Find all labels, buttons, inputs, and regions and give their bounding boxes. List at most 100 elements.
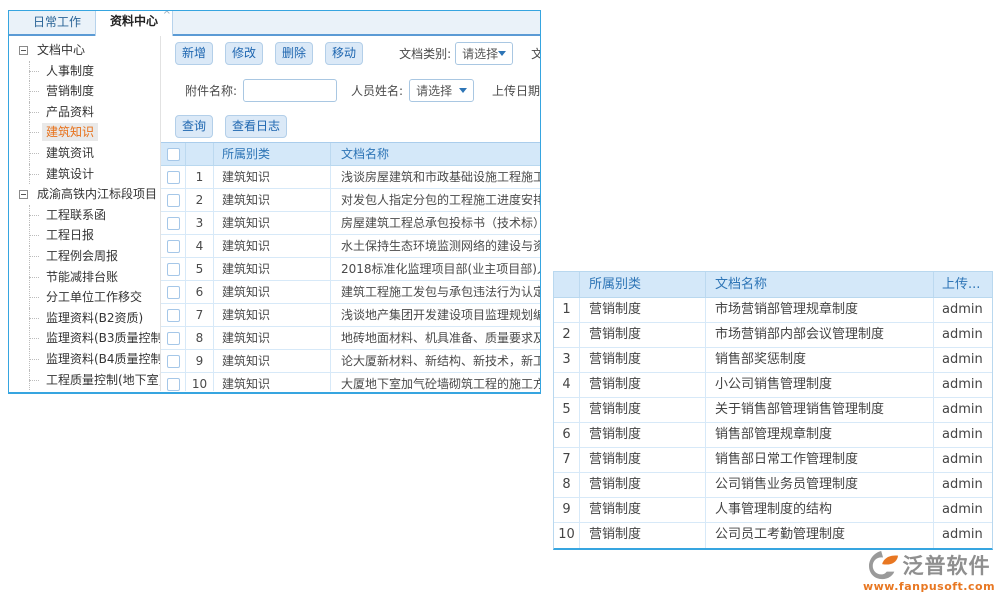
toolbar-button[interactable]: 修改 (225, 42, 263, 65)
tree-item[interactable]: 监理资料(B3质量控制) (9, 328, 160, 349)
row-uploader: admin (934, 298, 992, 322)
close-icon[interactable]: × (163, 10, 171, 17)
tree-item[interactable]: 工程例会周报 (9, 246, 160, 267)
row-checkbox[interactable] (167, 286, 180, 299)
table-row[interactable]: 2 营销制度 市场营销部内部会议管理制度 admin (554, 323, 992, 348)
table-row[interactable]: 10 建筑知识 大厦地下室加气砼墙砌筑工程的施工方... (161, 373, 540, 391)
attachment-name-input[interactable] (243, 79, 337, 102)
table-row[interactable]: 5 建筑知识 2018标准化监理项目部(业主项目部)人员... (161, 258, 540, 281)
row-category: 营销制度 (580, 373, 706, 397)
marketing-table-header: 所属别类 文档名称 上传... (554, 272, 992, 298)
toolbar-button[interactable]: 删除 (275, 42, 313, 65)
row-doc-name: 房屋建筑工程总承包投标书（技术标）... (331, 212, 540, 234)
tree-item-label: 工程例会周报 (42, 247, 122, 265)
table-row[interactable]: 7 营销制度 销售部日常工作管理制度 admin (554, 448, 992, 473)
table-row[interactable]: 5 营销制度 关于销售部管理销售管理制度 admin (554, 398, 992, 423)
row-checkbox[interactable] (167, 171, 180, 184)
table-row[interactable]: 8 建筑知识 地砖地面材料、机具准备、质量要求及... (161, 327, 540, 350)
toolbar-button[interactable]: 移动 (325, 42, 363, 65)
table-row[interactable]: 3 建筑知识 房屋建筑工程总承包投标书（技术标）... (161, 212, 540, 235)
row-number: 4 (186, 235, 214, 257)
tree-item[interactable]: 工程质量控制(地下室) (9, 370, 160, 391)
tab-daily-work[interactable]: 日常工作 (19, 10, 95, 34)
table-row[interactable]: 9 建筑知识 论大厦新材料、新结构、新技术，新工... (161, 350, 540, 373)
tree-item[interactable]: 产品资料 (9, 102, 160, 123)
table-row[interactable]: 1 营销制度 市场营销部管理规章制度 admin (554, 298, 992, 323)
row-category: 营销制度 (580, 423, 706, 447)
tree-item[interactable]: 工程日报 (9, 225, 160, 246)
toolbar-button[interactable]: 新增 (175, 42, 213, 65)
row-number: 5 (554, 398, 580, 422)
tree-item[interactable]: 分工单位工作移交 (9, 287, 160, 308)
tree-item[interactable]: 建筑知识 (9, 122, 160, 143)
doc-type-select[interactable]: 请选择 (455, 42, 513, 65)
row-checkbox[interactable] (167, 355, 180, 368)
row-doc-name: 大厦地下室加气砼墙砌筑工程的施工方... (331, 373, 540, 391)
tree-item[interactable]: 建筑设计 (9, 164, 160, 185)
tree-item-label: 文档中心 (33, 41, 89, 59)
documents-table: 所属别类 文档名称 1 建筑知识 浅谈房屋建筑和市政基础设施工程施工... (161, 142, 540, 391)
row-doc-name: 销售部日常工作管理制度 (706, 448, 934, 472)
row-number: 6 (554, 423, 580, 447)
row-checkbox[interactable] (167, 263, 180, 276)
clipped-label: 文档 (531, 45, 540, 62)
row-category: 营销制度 (580, 298, 706, 322)
table-row[interactable]: 3 营销制度 销售部奖惩制度 admin (554, 348, 992, 373)
collapse-icon[interactable] (19, 46, 28, 55)
row-checkbox[interactable] (167, 240, 180, 253)
person-name-select[interactable]: 请选择 (409, 79, 474, 102)
row-category: 营销制度 (580, 323, 706, 347)
tree-item-label: 产品资料 (42, 103, 98, 121)
table-row[interactable]: 10 营销制度 公司员工考勤管理制度 admin (554, 523, 992, 548)
row-checkbox[interactable] (167, 309, 180, 322)
row-doc-name: 市场营销部管理规章制度 (706, 298, 934, 322)
tree-item[interactable]: 文档中心 (9, 40, 160, 61)
row-checkbox[interactable] (167, 194, 180, 207)
row-number: 5 (186, 258, 214, 280)
row-category: 营销制度 (580, 398, 706, 422)
tree-item[interactable]: 监理资料(B2资质) (9, 308, 160, 329)
row-number-header (186, 143, 214, 165)
tree-item[interactable]: 成渝高铁内江标段项目 (9, 184, 160, 205)
query-row: 查询 查看日志 (175, 114, 540, 138)
select-all-checkbox[interactable] (167, 148, 180, 161)
filter-row: 附件名称: 人员姓名: 请选择 上传日期 (185, 78, 540, 102)
table-row[interactable]: 2 建筑知识 对发包人指定分包的工程施工进度安排... (161, 189, 540, 212)
tab-bar: 日常工作 资料中心 × (9, 11, 540, 36)
tree-item[interactable]: 监理资料(B4质量控制) (9, 349, 160, 370)
table-row[interactable]: 4 营销制度 小公司销售管理制度 admin (554, 373, 992, 398)
table-row[interactable]: 1 建筑知识 浅谈房屋建筑和市政基础设施工程施工... (161, 166, 540, 189)
row-number: 9 (554, 498, 580, 522)
tree-item-label: 分工单位工作移交 (42, 288, 146, 306)
row-uploader: admin (934, 398, 992, 422)
query-button[interactable]: 查询 (175, 115, 213, 138)
table-row[interactable]: 4 建筑知识 水土保持生态环境监测网络的建设与资... (161, 235, 540, 258)
row-number: 10 (554, 523, 580, 548)
checkbox-cell (161, 235, 186, 257)
logo-row: 泛普软件 (860, 550, 998, 580)
row-doc-name: 水土保持生态环境监测网络的建设与资... (331, 235, 540, 257)
view-log-button[interactable]: 查看日志 (225, 115, 287, 138)
tree-item[interactable]: 节能减排台账 (9, 267, 160, 288)
row-category: 营销制度 (580, 448, 706, 472)
table-row[interactable]: 6 建筑知识 建筑工程施工发包与承包违法行为认定... (161, 281, 540, 304)
tree-item[interactable]: 建筑资讯 (9, 143, 160, 164)
tree-item[interactable]: 营销制度 (9, 81, 160, 102)
marketing-table-body: 1 营销制度 市场营销部管理规章制度 admin 2 营销制度 市场营销部内部会… (554, 298, 992, 548)
tab-data-center[interactable]: 资料中心 × (95, 10, 173, 36)
tree-item[interactable]: 人事制度 (9, 61, 160, 82)
row-category: 建筑知识 (214, 258, 331, 280)
table-row[interactable]: 7 建筑知识 浅谈地产集团开发建设项目监理规划编... (161, 304, 540, 327)
row-uploader: admin (934, 498, 992, 522)
tree-item[interactable]: 工程联系函 (9, 205, 160, 226)
row-checkbox[interactable] (167, 217, 180, 230)
main-content: 新增修改删除移动 文档类别: 请选择 文档 附件名称: 人员姓名: 请选择 (161, 36, 540, 391)
row-checkbox[interactable] (167, 378, 180, 391)
collapse-icon[interactable] (19, 190, 28, 199)
tree-item-label: 建筑设计 (42, 165, 98, 183)
table-row[interactable]: 8 营销制度 公司销售业务员管理制度 admin (554, 473, 992, 498)
row-checkbox[interactable] (167, 332, 180, 345)
table-row[interactable]: 9 营销制度 人事管理制度的结构 admin (554, 498, 992, 523)
row-doc-name: 浅谈房屋建筑和市政基础设施工程施工... (331, 166, 540, 188)
table-row[interactable]: 6 营销制度 销售部管理规章制度 admin (554, 423, 992, 448)
